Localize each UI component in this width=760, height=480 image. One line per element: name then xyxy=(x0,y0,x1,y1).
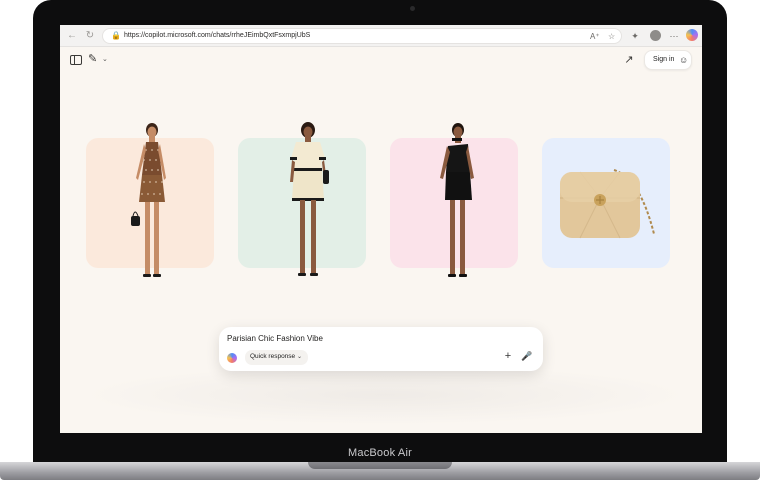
sign-in-button[interactable]: Sign in ☺ xyxy=(644,50,692,70)
laptop-screen: ← ↻ 🔒 https://copilot.microsoft.com/chat… xyxy=(60,25,702,433)
product-card-2[interactable] xyxy=(238,122,366,276)
sidebar-toggle-icon[interactable] xyxy=(70,55,82,65)
device-label: MacBook Air xyxy=(348,447,412,459)
chat-composer[interactable]: Parisian Chic Fashion Vibe Quick respons… xyxy=(219,327,543,371)
favorite-star-icon[interactable]: ☆ xyxy=(608,32,615,41)
photo-stage: ← ↻ 🔒 https://copilot.microsoft.com/chat… xyxy=(0,0,760,480)
model-cream-tweed-dress xyxy=(290,122,329,276)
camera xyxy=(410,6,415,11)
refresh-icon[interactable]: ↻ xyxy=(84,30,96,42)
sign-in-label: Sign in xyxy=(653,56,675,63)
profile-icon[interactable] xyxy=(650,30,661,41)
chat-shadow xyxy=(80,365,690,425)
mode-label: Quick response xyxy=(250,353,296,360)
url-text: https://copilot.microsoft.com/chats/rrhe… xyxy=(124,32,311,39)
chevron-down-icon: ⌄ xyxy=(297,354,303,360)
laptop-notch xyxy=(308,462,452,469)
person-icon: ☺ xyxy=(679,55,689,65)
more-icon[interactable]: ⋯ xyxy=(668,30,680,42)
share-icon[interactable]: ↗ xyxy=(622,53,636,67)
product-card-1[interactable] xyxy=(86,123,214,277)
add-attachment-icon[interactable]: + xyxy=(502,350,514,362)
favorites-icon[interactable]: ✦ xyxy=(629,30,641,42)
model-houndstooth-dress xyxy=(131,123,166,277)
response-mode-dropdown[interactable]: Quick response ⌄ xyxy=(245,350,308,365)
prompt-text[interactable]: Parisian Chic Fashion Vibe xyxy=(227,334,323,343)
browser-toolbar: ← ↻ 🔒 https://copilot.microsoft.com/chat… xyxy=(60,25,702,47)
product-card-3[interactable] xyxy=(390,123,518,277)
read-aloud-icon[interactable]: A⁺ xyxy=(590,32,600,41)
chevron-down-icon[interactable]: ⌄ xyxy=(102,55,108,63)
product-card-4[interactable] xyxy=(542,138,670,268)
microphone-icon[interactable]: 🎤 xyxy=(521,350,533,362)
lock-icon[interactable]: 🔒 xyxy=(111,31,121,40)
model-black-dress xyxy=(440,123,474,277)
new-chat-icon[interactable]: ✎ xyxy=(88,53,100,65)
back-icon[interactable]: ← xyxy=(66,30,78,42)
copilot-logo-icon xyxy=(227,353,237,363)
address-bar[interactable]: 🔒 https://copilot.microsoft.com/chats/rr… xyxy=(102,28,622,44)
copilot-icon[interactable] xyxy=(686,29,698,41)
quilted-bag-image xyxy=(560,169,655,239)
